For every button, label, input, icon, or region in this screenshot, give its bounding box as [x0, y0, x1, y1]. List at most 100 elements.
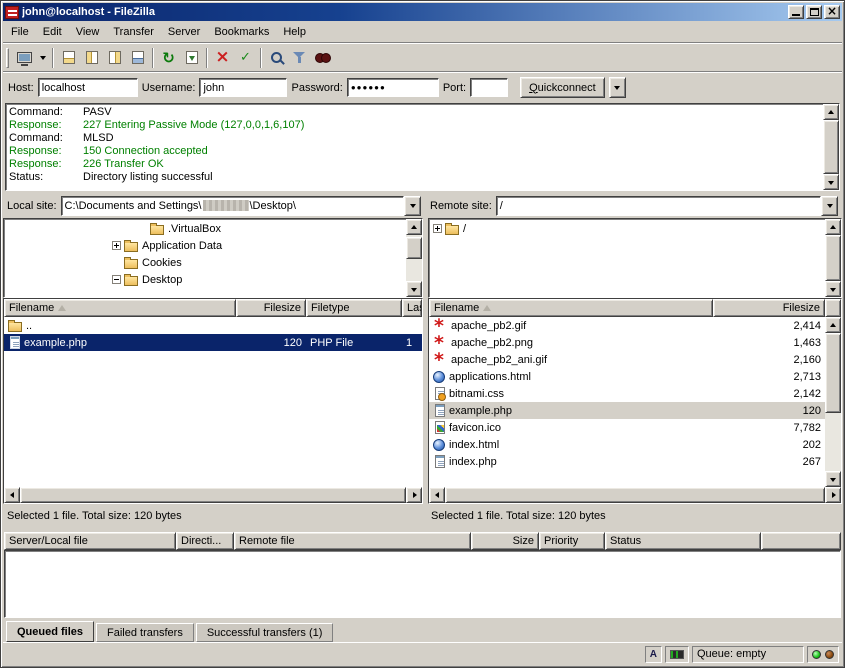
- local-tree-scrollbar[interactable]: [406, 219, 422, 297]
- column-header-server-local-file[interactable]: Server/Local file: [4, 532, 176, 550]
- filter-button[interactable]: [288, 47, 311, 69]
- transfer-type-icon: [650, 648, 657, 660]
- scroll-right-button[interactable]: [406, 487, 422, 503]
- transfer-queue[interactable]: [4, 550, 841, 618]
- find-files-button[interactable]: [265, 47, 288, 69]
- log-scrollbar[interactable]: [823, 104, 839, 190]
- tree-item[interactable]: Cookies: [4, 254, 406, 271]
- scroll-down-button[interactable]: [823, 174, 839, 190]
- column-header-direction[interactable]: Directi...: [176, 532, 234, 550]
- close-button[interactable]: [824, 5, 840, 19]
- scrollbar-thumb[interactable]: [406, 237, 422, 259]
- scroll-up-button[interactable]: [823, 104, 839, 120]
- scrollbar-thumb[interactable]: [823, 120, 839, 174]
- cancel-button[interactable]: [211, 47, 234, 69]
- quickconnect-dropdown[interactable]: [609, 77, 626, 98]
- scroll-down-button[interactable]: [406, 281, 422, 297]
- toolbar-separator: [52, 48, 54, 68]
- file-row[interactable]: applications.html2,713: [429, 368, 825, 385]
- menu-item-view[interactable]: View: [69, 23, 107, 41]
- scroll-up-button[interactable]: [825, 219, 841, 235]
- local-site-dropdown[interactable]: [404, 196, 421, 216]
- menu-item-server[interactable]: Server: [161, 23, 207, 41]
- toggle-local-tree-button[interactable]: [80, 47, 103, 69]
- site-manager-button[interactable]: [13, 47, 36, 69]
- menu-item-edit[interactable]: Edit: [36, 23, 69, 41]
- host-input[interactable]: [38, 78, 138, 97]
- menu-item-help[interactable]: Help: [276, 23, 313, 41]
- process-queue-button[interactable]: [180, 47, 203, 69]
- column-header-filename[interactable]: Filename: [429, 299, 713, 317]
- toggle-message-log-button[interactable]: [57, 47, 80, 69]
- file-row[interactable]: favicon.ico7,782: [429, 419, 825, 436]
- horizontal-splitter[interactable]: [3, 524, 842, 532]
- toolbar-grip[interactable]: [6, 48, 9, 68]
- tree-item[interactable]: Desktop: [4, 271, 406, 288]
- remote-horizontal-scrollbar[interactable]: [429, 487, 841, 503]
- column-header-last-modified[interactable]: Last modified: [402, 299, 422, 317]
- column-header-filename[interactable]: Filename: [4, 299, 236, 317]
- toggle-transfer-queue-button[interactable]: [126, 47, 149, 69]
- tree-item[interactable]: .VirtualBox: [4, 220, 406, 237]
- column-header-size[interactable]: Size: [471, 532, 539, 550]
- binoculars-button[interactable]: [311, 47, 334, 69]
- parent-directory-row[interactable]: ..: [4, 317, 422, 334]
- tree-item[interactable]: /: [429, 220, 825, 237]
- site-manager-dropdown[interactable]: [36, 47, 49, 69]
- refresh-button[interactable]: [157, 47, 180, 69]
- menu-item-transfer[interactable]: Transfer: [106, 23, 161, 41]
- expand-icon[interactable]: [112, 241, 121, 250]
- toggle-remote-tree-button[interactable]: [103, 47, 126, 69]
- column-header-remote-file[interactable]: Remote file: [234, 532, 471, 550]
- username-input[interactable]: [199, 78, 287, 97]
- scroll-left-button[interactable]: [429, 487, 445, 503]
- menu-item-bookmarks[interactable]: Bookmarks: [207, 23, 276, 41]
- collapse-icon[interactable]: [112, 275, 121, 284]
- scroll-right-button[interactable]: [825, 487, 841, 503]
- column-header-priority[interactable]: Priority: [539, 532, 605, 550]
- local-path-field[interactable]: C:\Documents and Settings\\Desktop\: [61, 196, 404, 216]
- remote-site-dropdown[interactable]: [821, 196, 838, 216]
- close-icon: [827, 6, 837, 18]
- scrollbar-thumb[interactable]: [825, 333, 841, 413]
- scroll-down-button[interactable]: [825, 471, 841, 487]
- remote-path-field[interactable]: /: [496, 196, 821, 216]
- file-row[interactable]: index.php267: [429, 453, 825, 470]
- file-row[interactable]: bitnami.css2,142: [429, 385, 825, 402]
- local-site-combo[interactable]: C:\Documents and Settings\\Desktop\: [61, 196, 421, 216]
- minimize-button[interactable]: [788, 5, 804, 19]
- scroll-left-button[interactable]: [4, 487, 20, 503]
- tab-failed-transfers[interactable]: Failed transfers: [96, 623, 194, 642]
- menu-item-file[interactable]: File: [4, 23, 36, 41]
- remote-site-combo[interactable]: /: [496, 196, 838, 216]
- remote-tree-scrollbar[interactable]: [825, 219, 841, 297]
- file-name: example.php: [24, 337, 87, 349]
- port-input[interactable]: [470, 78, 508, 97]
- file-row[interactable]: apache_pb2.png1,463: [429, 334, 825, 351]
- scroll-up-button[interactable]: [825, 317, 841, 333]
- scrollbar-thumb[interactable]: [20, 487, 406, 503]
- column-header-filetype[interactable]: Filetype: [306, 299, 402, 317]
- file-row[interactable]: index.html202: [429, 436, 825, 453]
- column-header-status[interactable]: Status: [605, 532, 761, 550]
- scrollbar-thumb[interactable]: [825, 235, 841, 281]
- password-input[interactable]: [347, 78, 439, 97]
- column-header-filesize[interactable]: Filesize: [713, 299, 825, 317]
- file-row-selected[interactable]: example.php120: [429, 402, 825, 419]
- file-row[interactable]: apache_pb2.gif2,414: [429, 317, 825, 334]
- maximize-button[interactable]: [806, 5, 822, 19]
- expand-icon[interactable]: [433, 224, 442, 233]
- file-row-selected[interactable]: example.php 120 PHP File 1: [4, 334, 422, 351]
- scrollbar-thumb[interactable]: [445, 487, 825, 503]
- tab-successful-transfers[interactable]: Successful transfers (1): [196, 623, 334, 642]
- tree-item[interactable]: Application Data: [4, 237, 406, 254]
- tab-queued-files[interactable]: Queued files: [6, 621, 94, 642]
- quickconnect-button[interactable]: Quickconnect: [520, 77, 605, 98]
- remote-list-scrollbar[interactable]: [825, 317, 841, 487]
- scroll-down-button[interactable]: [825, 281, 841, 297]
- directory-comparison-button[interactable]: [234, 47, 257, 69]
- column-header-filesize[interactable]: Filesize: [236, 299, 306, 317]
- scroll-up-button[interactable]: [406, 219, 422, 235]
- local-horizontal-scrollbar[interactable]: [4, 487, 422, 503]
- file-row[interactable]: apache_pb2_ani.gif2,160: [429, 351, 825, 368]
